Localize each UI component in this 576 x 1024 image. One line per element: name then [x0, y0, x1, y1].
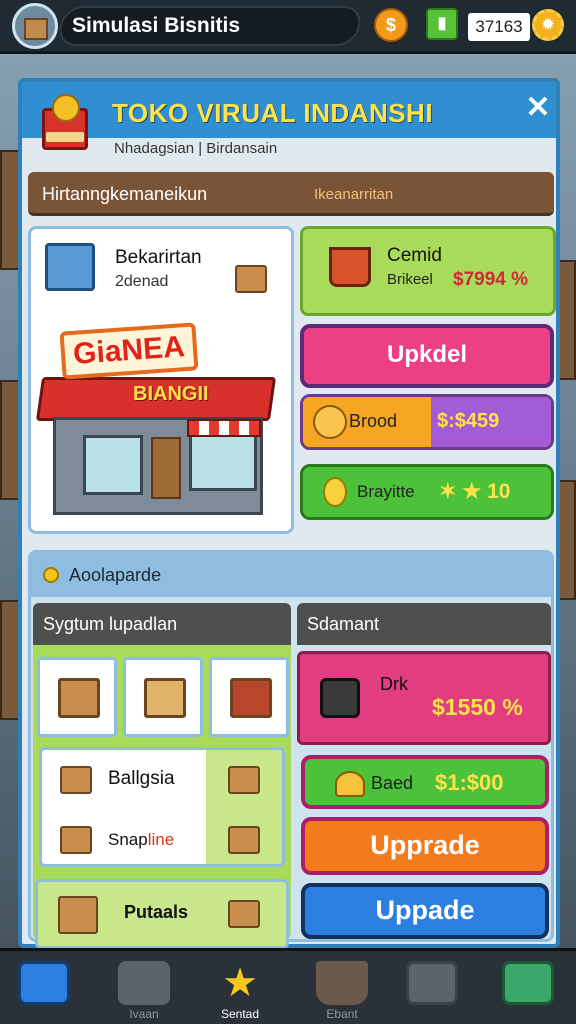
bottom-nav: Ivaan ★ Sentad Ebant [0, 948, 576, 1024]
hardhat-icon [335, 771, 365, 797]
nav-shop[interactable]: Ivaan [112, 957, 176, 1021]
section-subtitle: Ikeanarritan [314, 186, 394, 203]
box-icon [228, 900, 260, 928]
camera-icon [320, 678, 360, 718]
nav-event[interactable]: Ebant [310, 957, 374, 1021]
upgrade-row-card[interactable]: Ballgsia Snapline [39, 747, 285, 867]
close-button[interactable]: ✕ [522, 92, 554, 124]
bucket-icon [316, 961, 368, 1005]
shop-sign: GiaNEA [59, 322, 199, 380]
box-icon [144, 678, 186, 718]
nav-profile[interactable] [400, 957, 464, 1021]
download-icon [502, 961, 554, 1005]
box-icon [230, 678, 272, 718]
home-icon [18, 961, 70, 1005]
bottom-upgrade-card[interactable]: Putaals [35, 879, 289, 949]
nav-home[interactable] [12, 957, 76, 1021]
shop-panel: TOKO VIRUAL INDANSHI ✕ Nhadagsian | Bird… [18, 78, 560, 949]
panel-header: TOKO VIRUAL INDANSHI ✕ [22, 82, 556, 150]
box-icon [60, 766, 92, 794]
box-icon [235, 265, 267, 293]
box-icon [60, 826, 92, 854]
shop-sign-sub: BIANGII [133, 383, 209, 405]
profile-icon [406, 961, 458, 1005]
basket-icon [36, 90, 92, 154]
upgrade-blue-button[interactable]: Uppade [301, 883, 549, 939]
bag-icon [58, 678, 100, 718]
buy-button[interactable]: Brayitte ✶ ★ 10 [300, 464, 554, 520]
store-card[interactable]: Bekarirtan 2denad GiaNEA BIANGII [28, 226, 294, 534]
section-bar: Hirtanngkemaneikun Ikeanarritan [28, 172, 554, 216]
fridge-icon [45, 243, 95, 291]
vegetable-icon [329, 247, 371, 287]
coin-icon [323, 477, 347, 507]
inventory-tile[interactable] [123, 657, 203, 737]
box-icon [24, 18, 48, 40]
system-upgrade-panel: Sygtum lupadlan Ballgsia Snapline Putaal… [33, 603, 291, 949]
nav-featured[interactable]: ★ Sentad [208, 957, 272, 1021]
system-upgrade-header: Sygtum lupadlan [33, 603, 291, 645]
gear-icon[interactable]: ✹ [532, 9, 564, 41]
shop-illustration: GiaNEA BIANGII [35, 322, 277, 523]
panel-title: TOKO VIRUAL INDANSHI [112, 98, 434, 128]
game-title: Simulasi Bisnitis [72, 14, 241, 37]
upgrade-orange-button[interactable]: Upprade [301, 817, 549, 875]
coin-icon[interactable]: $ [374, 8, 408, 42]
section-title: Hirtanngkemaneikun [42, 184, 208, 204]
top-bar: Simulasi Bisnitis $ ▮ 37163 ✹ [0, 0, 576, 54]
box-icon [228, 766, 260, 794]
price-card-sub: Brikeel [387, 271, 433, 288]
star-icon: ★ [222, 961, 258, 1005]
upgrade-button[interactable]: Upkdel [300, 324, 554, 388]
row-label: Snapline [108, 830, 175, 849]
upgrade-section: Aoolaparde Sygtum lupadlan Ballgsia Snap… [28, 550, 554, 949]
boost-button[interactable]: Brood $:$459 [300, 394, 554, 450]
price-card-name: Cemid [387, 245, 442, 266]
buy-equipment-button[interactable]: Baed $1:$00 [301, 755, 549, 809]
bag-icon [58, 896, 98, 934]
inventory-tile[interactable] [209, 657, 289, 737]
price-card[interactable]: Cemid Brikeel $7994 % [300, 226, 556, 316]
statement-header: Sdamant [297, 603, 551, 645]
statement-panel: Sdamant Drk $1550 % Baed $1:$00 Upprade … [297, 603, 551, 939]
trophy-icon [313, 405, 347, 439]
equipment-card[interactable]: Drk $1550 % [297, 651, 551, 745]
tag-icon [118, 961, 170, 1005]
nav-download[interactable] [496, 957, 560, 1021]
currency-amount: 37163 [468, 13, 530, 41]
box-icon [228, 826, 260, 854]
inventory-tile[interactable] [37, 657, 117, 737]
gem-icon[interactable]: ▮ [426, 8, 458, 40]
avatar[interactable] [12, 3, 58, 49]
store-card-title: Bekarirtan [115, 247, 202, 268]
store-card-subtitle: 2denad [115, 273, 169, 290]
price-card-value: $7994 % [453, 269, 529, 290]
coin-icon [43, 567, 59, 583]
row-label: Ballgsia [108, 768, 175, 789]
upgrade-section-header: Aoolaparde [31, 553, 551, 597]
breadcrumb: Nhadagsian | Birdansain [114, 140, 278, 157]
